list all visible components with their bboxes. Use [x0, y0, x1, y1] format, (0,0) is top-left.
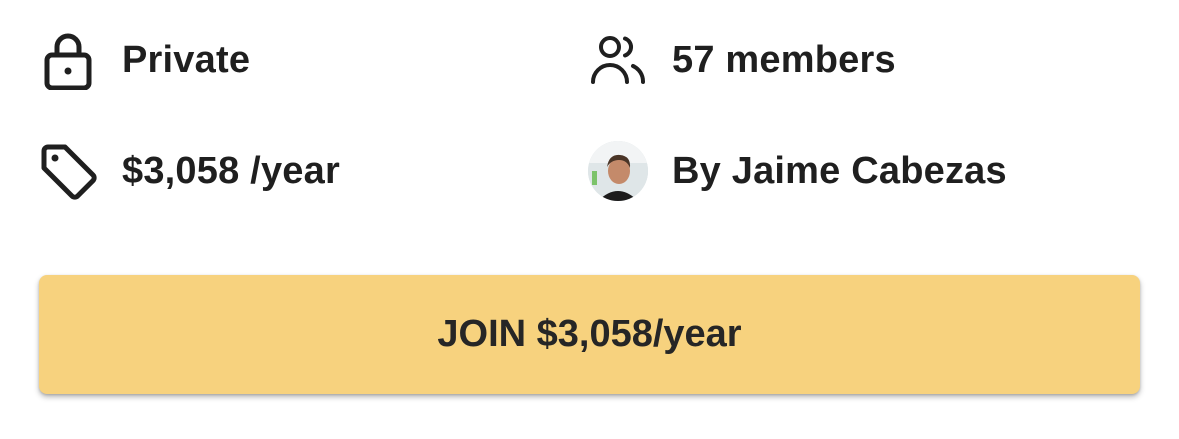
avatar[interactable] — [588, 141, 648, 201]
price-info: $3,058 /year — [38, 141, 340, 201]
privacy-label: Private — [122, 38, 251, 81]
price-label: $3,058 /year — [122, 149, 340, 192]
members-label: 57 members — [672, 38, 896, 81]
author-label: By Jaime Cabezas — [672, 149, 1007, 192]
privacy-info: Private — [38, 30, 250, 90]
join-button[interactable]: JOIN $3,058/year — [39, 275, 1140, 394]
lock-icon — [38, 30, 98, 90]
author-info[interactable]: By Jaime Cabezas — [588, 141, 1007, 201]
users-icon — [588, 30, 648, 90]
price-tag-icon — [38, 141, 98, 201]
members-info[interactable]: 57 members — [588, 30, 896, 90]
